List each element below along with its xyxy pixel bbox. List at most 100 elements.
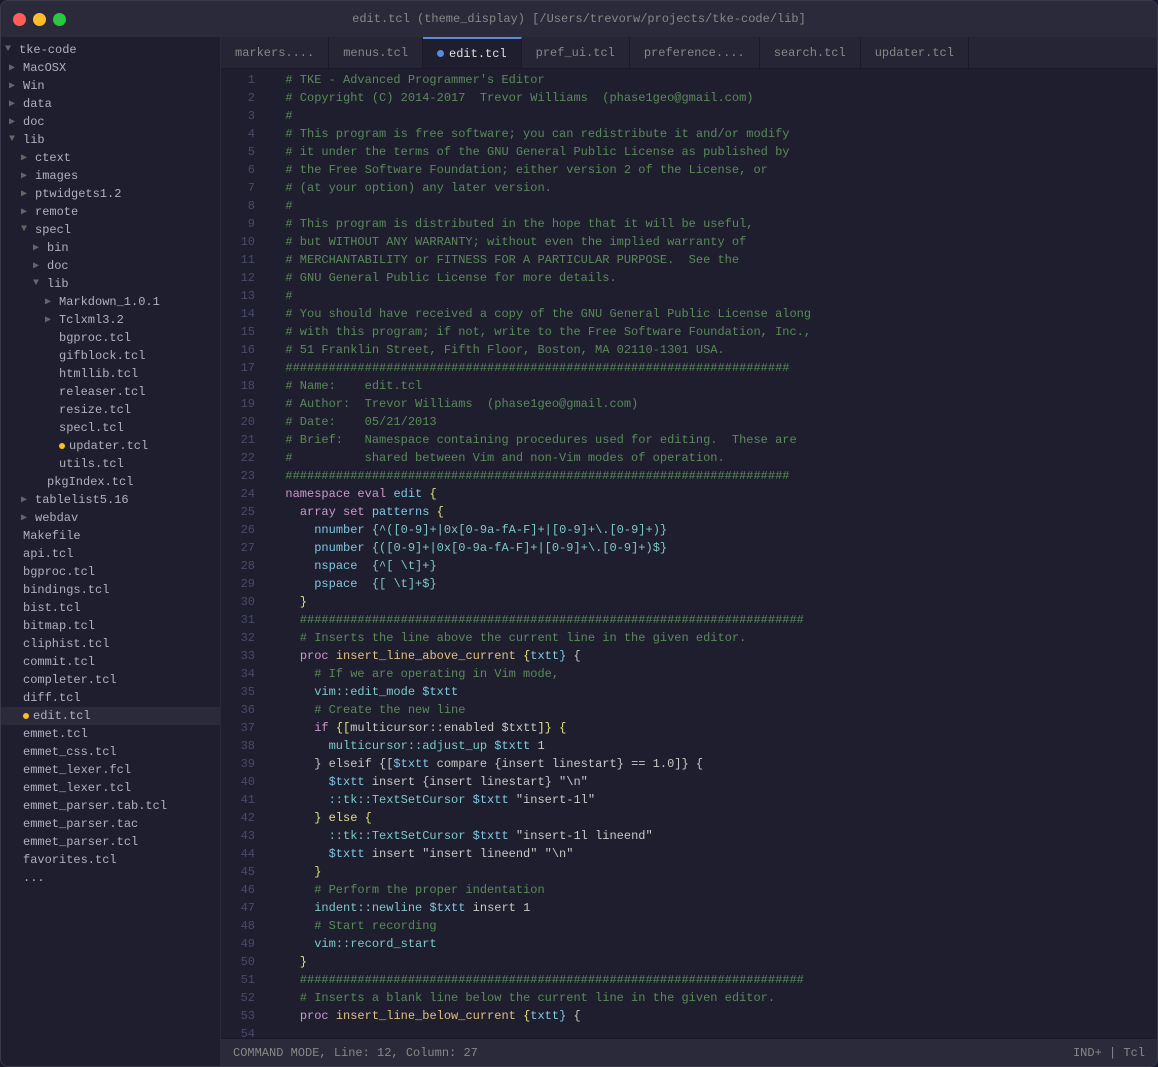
sidebar-item-makefile[interactable]: Makefile [1, 527, 220, 545]
sidebar-item-win[interactable]: Win [1, 77, 220, 95]
tab-markers[interactable]: markers.... [221, 37, 329, 68]
arrow-icon [9, 134, 21, 146]
sidebar-item-bin[interactable]: bin [1, 239, 220, 257]
sidebar-item-emmet-css[interactable]: emmet_css.tcl [1, 743, 220, 761]
sidebar-item-label: tke-code [19, 43, 77, 57]
sidebar-item-lib2[interactable]: lib [1, 275, 220, 293]
sidebar-item-label: specl.tcl [59, 421, 124, 435]
minimize-button[interactable] [33, 13, 46, 26]
code-editor[interactable]: # TKE - Advanced Programmer's Editor # C… [263, 69, 1157, 1038]
sidebar-item-diff[interactable]: diff.tcl [1, 689, 220, 707]
sidebar-item-data[interactable]: data [1, 95, 220, 113]
sidebar-item-label: htmllib.tcl [59, 367, 138, 381]
sidebar-item-tclxml[interactable]: Tclxml3.2 [1, 311, 220, 329]
maximize-button[interactable] [53, 13, 66, 26]
sidebar-item-label: emmet_lexer.fcl [23, 763, 131, 777]
editor-area: markers.... menus.tcl edit.tcl pref_ui.t… [221, 37, 1157, 1066]
tab-menus[interactable]: menus.tcl [329, 37, 423, 68]
sidebar-item-root[interactable]: tke-code [1, 41, 220, 59]
close-button[interactable] [13, 13, 26, 26]
arrow-icon [45, 404, 57, 416]
sidebar-item-commit[interactable]: commit.tcl [1, 653, 220, 671]
arrow-icon [9, 818, 21, 830]
tab-label: search.tcl [774, 46, 846, 60]
sidebar-item-label: bgproc.tcl [23, 565, 95, 579]
sidebar-item-label: ctext [35, 151, 71, 165]
sidebar-item-pkgindex[interactable]: pkgIndex.tcl [1, 473, 220, 491]
arrow-icon [21, 152, 33, 164]
sidebar-item-bitmap[interactable]: bitmap.tcl [1, 617, 220, 635]
sidebar-item-updater-specl[interactable]: updater.tcl [1, 437, 220, 455]
sidebar-item-cliphist[interactable]: cliphist.tcl [1, 635, 220, 653]
sidebar-item-doc2[interactable]: doc [1, 257, 220, 275]
sidebar-item-images[interactable]: images [1, 167, 220, 185]
sidebar-item-bgproc[interactable]: bgproc.tcl [1, 563, 220, 581]
sidebar-item-remote[interactable]: remote [1, 203, 220, 221]
sidebar-item-bindings[interactable]: bindings.tcl [1, 581, 220, 599]
arrow-icon [9, 710, 21, 722]
sidebar-item-ctext[interactable]: ctext [1, 149, 220, 167]
sidebar-item-label: resize.tcl [59, 403, 131, 417]
tab-modified-dot [437, 50, 444, 57]
sidebar-item-ptwidgets[interactable]: ptwidgets1.2 [1, 185, 220, 203]
sidebar-item-resize[interactable]: resize.tcl [1, 401, 220, 419]
arrow-icon [33, 476, 45, 488]
sidebar-item-label: remote [35, 205, 78, 219]
sidebar-item-api[interactable]: api.tcl [1, 545, 220, 563]
sidebar-item-utils[interactable]: utils.tcl [1, 455, 220, 473]
arrow-icon [9, 116, 21, 128]
sidebar-item-emmet-lexer-fcl[interactable]: emmet_lexer.fcl [1, 761, 220, 779]
arrow-icon [9, 80, 21, 92]
sidebar-item-webdav[interactable]: webdav [1, 509, 220, 527]
sidebar-item-emmet-parser-tac[interactable]: emmet_parser.tac [1, 815, 220, 833]
sidebar-item-completer[interactable]: completer.tcl [1, 671, 220, 689]
sidebar-item-more[interactable]: ... [1, 869, 220, 887]
sidebar-item-doc[interactable]: doc [1, 113, 220, 131]
sidebar-item-gifblock[interactable]: gifblock.tcl [1, 347, 220, 365]
tab-updater[interactable]: updater.tcl [861, 37, 969, 68]
sidebar-item-htmllib[interactable]: htmllib.tcl [1, 365, 220, 383]
tab-search[interactable]: search.tcl [760, 37, 861, 68]
sidebar-item-emmet-parser[interactable]: emmet_parser.tcl [1, 833, 220, 851]
tab-pref-ui[interactable]: pref_ui.tcl [522, 37, 630, 68]
tab-bar: markers.... menus.tcl edit.tcl pref_ui.t… [221, 37, 1157, 69]
sidebar-item-lib[interactable]: lib [1, 131, 220, 149]
tab-label: updater.tcl [875, 46, 954, 60]
arrow-icon [21, 224, 33, 236]
sidebar-item-bist[interactable]: bist.tcl [1, 599, 220, 617]
sidebar-item-edit[interactable]: edit.tcl [1, 707, 220, 725]
sidebar-item-label: api.tcl [23, 547, 73, 561]
tab-edit[interactable]: edit.tcl [423, 37, 522, 68]
sidebar-item-label: ptwidgets1.2 [35, 187, 121, 201]
sidebar-item-label: commit.tcl [23, 655, 95, 669]
sidebar-item-macosx[interactable]: MacOSX [1, 59, 220, 77]
sidebar-item-emmet-lexer[interactable]: emmet_lexer.tcl [1, 779, 220, 797]
tab-label: pref_ui.tcl [536, 46, 615, 60]
arrow-icon [45, 386, 57, 398]
sidebar-item-label: Win [23, 79, 45, 93]
arrow-icon [33, 278, 45, 290]
arrow-icon [9, 602, 21, 614]
sidebar-item-label: pkgIndex.tcl [47, 475, 133, 489]
sidebar-item-label: completer.tcl [23, 673, 117, 687]
sidebar-item-label: bitmap.tcl [23, 619, 95, 633]
sidebar-item-bgproc-specl[interactable]: bgproc.tcl [1, 329, 220, 347]
window-title: edit.tcl (theme_display) [/Users/trevorw… [352, 12, 806, 26]
sidebar-item-favorites[interactable]: favorites.tcl [1, 851, 220, 869]
tab-preference[interactable]: preference.... [630, 37, 760, 68]
arrow-icon [9, 620, 21, 632]
arrow-icon [9, 746, 21, 758]
sidebar[interactable]: tke-code MacOSX Win data doc lib [1, 37, 221, 1066]
sidebar-item-specl-tcl[interactable]: specl.tcl [1, 419, 220, 437]
sidebar-item-releaser[interactable]: releaser.tcl [1, 383, 220, 401]
sidebar-item-label: ... [23, 871, 45, 885]
sidebar-item-tablelist[interactable]: tablelist5.16 [1, 491, 220, 509]
sidebar-item-emmet-parser-tab[interactable]: emmet_parser.tab.tcl [1, 797, 220, 815]
modified-indicator [23, 713, 29, 719]
sidebar-item-specl[interactable]: specl [1, 221, 220, 239]
modified-indicator [59, 443, 65, 449]
sidebar-item-emmet[interactable]: emmet.tcl [1, 725, 220, 743]
arrow-icon [9, 692, 21, 704]
sidebar-item-label: utils.tcl [59, 457, 124, 471]
sidebar-item-markdown[interactable]: Markdown_1.0.1 [1, 293, 220, 311]
